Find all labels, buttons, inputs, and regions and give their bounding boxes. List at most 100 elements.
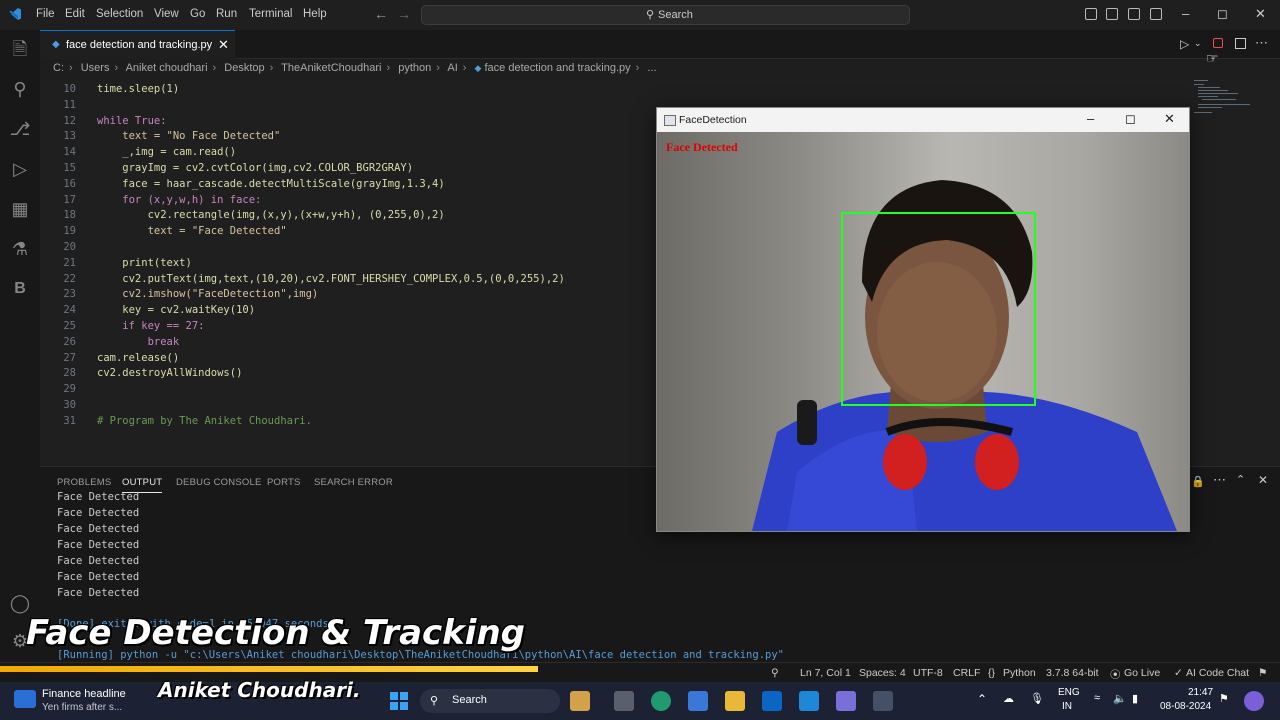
panel-more-icon[interactable]: ⋯ [1213, 472, 1226, 488]
face-detection-window[interactable]: FaceDetection – ◻ ✕ Face Detected [656, 107, 1190, 532]
menu-go[interactable]: Go [190, 8, 205, 20]
tab-face-detection[interactable]: ◆ face detection and tracking.py ✕ [40, 30, 235, 59]
output-line: Face Detected [57, 491, 140, 503]
crumb-python[interactable]: python [398, 62, 431, 74]
language-mode[interactable]: Python [1003, 667, 1036, 679]
menu-terminal[interactable]: Terminal [249, 8, 292, 20]
crumb-ai[interactable]: AI [447, 62, 457, 74]
code-line: if key == 27: [97, 320, 205, 332]
extensions-icon[interactable]: ▦ [9, 198, 31, 220]
language-region[interactable]: IN [1062, 701, 1072, 712]
news-headline[interactable]: Finance headline [42, 688, 126, 700]
vscode-taskbar-icon[interactable] [799, 691, 819, 711]
menu-run[interactable]: Run [216, 8, 237, 20]
widget-app-icon[interactable] [570, 691, 590, 711]
code-line: cam.release() [97, 351, 180, 364]
run-debug-icon[interactable]: ▷ [9, 158, 31, 180]
run-dropdown-chevron-icon[interactable]: ⌄ [1194, 38, 1202, 49]
back-arrow-icon[interactable]: ← [374, 6, 388, 22]
clock-date[interactable]: 08-08-2024 [1160, 701, 1211, 712]
forward-arrow-icon[interactable]: → [397, 6, 411, 22]
more-actions-icon[interactable]: ⋯ [1255, 35, 1268, 51]
minimize-icon[interactable]: – [1182, 6, 1189, 21]
face-window-minimize-icon[interactable]: – [1087, 111, 1094, 126]
line-number: 14 [63, 146, 76, 159]
store-icon[interactable] [688, 691, 708, 711]
customize-layout-icon[interactable] [1150, 8, 1162, 20]
python-interpreter[interactable]: 3.7.8 64-bit [1046, 667, 1099, 679]
close-icon[interactable]: ✕ [1255, 6, 1266, 22]
python-app-icon[interactable] [836, 691, 856, 711]
crumb-file[interactable]: face detection and tracking.py [484, 62, 630, 74]
crumb-symbols[interactable]: ... [647, 62, 656, 74]
menu-selection[interactable]: Selection [96, 8, 143, 20]
menu-view[interactable]: View [154, 8, 179, 20]
testing-icon[interactable]: ⚗ [9, 238, 31, 260]
taskbar-search-box[interactable]: ⚲ Search [420, 689, 560, 713]
cursor-position[interactable]: Ln 7, Col 1 [800, 667, 851, 679]
tab-ports[interactable]: PORTS [267, 477, 301, 488]
line-ending[interactable]: CRLF [953, 667, 980, 679]
tab-close-icon[interactable]: ✕ [218, 37, 229, 53]
minimap[interactable] [1190, 78, 1250, 118]
maximize-panel-icon[interactable]: ⌃ [1236, 473, 1245, 486]
close-panel-icon[interactable]: ✕ [1258, 473, 1268, 487]
go-live-button[interactable]: Go Live [1124, 667, 1160, 679]
ai-code-chat[interactable]: AI Code Chat [1186, 667, 1249, 679]
run-file-icon[interactable]: ▷ [1180, 37, 1189, 51]
toggle-secondary-sidebar-icon[interactable] [1128, 8, 1140, 20]
crumb-desktop[interactable]: Desktop [224, 62, 264, 74]
language-code[interactable]: ENG [1058, 687, 1080, 698]
face-window-close-icon[interactable]: ✕ [1164, 111, 1175, 127]
crumb-folder[interactable]: TheAniketChoudhari [281, 62, 381, 74]
search-sidebar-icon[interactable]: ⚲ [9, 78, 31, 100]
tab-debug-console[interactable]: DEBUG CONSOLE [176, 477, 261, 488]
notifications-bell-icon[interactable]: ⚑ [1258, 667, 1267, 679]
tab-problems[interactable]: PROBLEMS [57, 477, 111, 488]
zoom-icon[interactable]: ⚲ [771, 667, 779, 679]
crumb-drive[interactable]: C: [53, 62, 64, 74]
edge-browser-icon[interactable] [651, 691, 671, 711]
line-number: 24 [63, 304, 76, 317]
maximize-icon[interactable]: ◻ [1217, 6, 1228, 22]
toggle-panel-icon[interactable] [1106, 8, 1118, 20]
encoding[interactable]: UTF-8 [913, 667, 943, 679]
wifi-icon[interactable]: ≈ [1094, 692, 1100, 704]
notification-bell-icon[interactable]: ⚑ [1219, 692, 1229, 705]
lock-scroll-icon[interactable]: 🔒 [1191, 475, 1205, 488]
split-editor-icon[interactable] [1235, 38, 1246, 49]
source-control-icon[interactable]: ⎇ [9, 118, 31, 140]
face-window-titlebar[interactable]: FaceDetection – ◻ ✕ [657, 108, 1189, 132]
opencv-window-icon[interactable] [873, 691, 893, 711]
tray-chevron-icon[interactable]: ⌃ [977, 692, 987, 706]
editor-tab-bar: ◆ face detection and tracking.py ✕ ▷ ⌄ ⋯ [40, 30, 1280, 59]
explorer-icon[interactable]: 🗎 [9, 38, 31, 60]
blackbox-icon[interactable]: B [9, 278, 31, 300]
crumb-user[interactable]: Aniket choudhari [126, 62, 208, 74]
battery-icon[interactable]: ▮ [1132, 692, 1138, 705]
volume-icon[interactable]: 🔈 [1113, 692, 1127, 705]
menu-file[interactable]: File [36, 8, 55, 20]
copilot-icon[interactable] [1244, 691, 1264, 711]
crumb-users[interactable]: Users [81, 62, 110, 74]
tab-search-error[interactable]: SEARCH ERROR [314, 477, 393, 488]
task-view-icon[interactable] [614, 691, 634, 711]
linkedin-icon[interactable] [762, 691, 782, 711]
windows-start-icon[interactable] [390, 692, 408, 710]
toggle-sidebar-icon[interactable] [1085, 8, 1097, 20]
menu-help[interactable]: Help [303, 8, 327, 20]
face-window-maximize-icon[interactable]: ◻ [1125, 111, 1136, 127]
line-number: 17 [63, 193, 76, 206]
indentation[interactable]: Spaces: 4 [859, 667, 906, 679]
news-subline[interactable]: Yen firms after s... [42, 702, 122, 713]
microphone-icon[interactable]: 🎙 [1030, 692, 1044, 705]
accounts-icon[interactable]: ◯ [9, 592, 31, 614]
file-explorer-icon[interactable] [725, 691, 745, 711]
stop-icon[interactable] [1213, 38, 1223, 48]
menu-edit[interactable]: Edit [65, 8, 85, 20]
command-search-box[interactable]: ⚲ Search [421, 5, 910, 25]
activity-bar: 🗎 ⚲ ⎇ ▷ ▦ ⚗ B ◯ ⚙ [0, 30, 40, 662]
clock-time[interactable]: 21:47 [1188, 687, 1213, 698]
news-widget-icon[interactable] [14, 690, 36, 708]
onedrive-icon[interactable]: ☁ [1003, 692, 1014, 705]
